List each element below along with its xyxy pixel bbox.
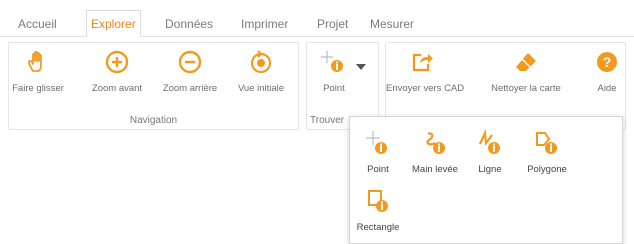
svg-text:?: ? [603,54,612,70]
tab-donnees[interactable]: Données [161,12,217,36]
tab-imprimer[interactable]: Imprimer [237,12,292,36]
dropdown-item-freehand[interactable]: Main levée [410,129,460,175]
freehand-info-icon [426,132,445,154]
polygon-info-icon [536,132,557,154]
clear-map-button[interactable]: Nettoyer la carte [490,49,562,94]
hand-icon [28,50,42,72]
initial-view-button[interactable]: Vue initiale [229,49,293,94]
dropdown-item-line-label: Ligne [478,164,502,175]
pan-button[interactable]: Faire glisser [9,49,67,94]
send-to-cad-button-label: Envoyer vers CAD [386,83,465,94]
dropdown-item-line[interactable]: Ligne [470,129,510,175]
zoom-in-button[interactable]: Zoom avant [83,49,151,94]
help-icon: ? [597,52,617,72]
tab-accueil[interactable]: Accueil [14,12,61,36]
zoom-out-icon [178,50,202,74]
send-to-cad-button[interactable]: Envoyer vers CAD [386,49,465,94]
zoom-out-button-label: Zoom arrière [162,83,218,94]
ribbon-tabs: Accueil Explorer Données Imprimer Projet… [0,10,634,38]
zoom-out-button[interactable]: Zoom arrière [156,49,224,94]
help-button[interactable]: ? Aide [592,49,622,94]
dropdown-item-rectangle-label: Rectangle [356,222,400,233]
dropdown-item-freehand-label: Main levée [412,164,458,175]
pan-button-label: Faire glisser [12,83,64,94]
dropdown-item-polygon[interactable]: Polygone [522,129,572,175]
initial-view-button-label: Vue initiale [237,83,285,94]
navigation-group-label: Navigation [129,115,178,126]
tab-mesurer[interactable]: Mesurer [366,12,418,36]
point-info-icon [366,131,387,154]
point-identify-button[interactable]: Point [309,49,359,94]
chevron-down-icon[interactable] [355,63,367,71]
point-info-icon [321,51,343,72]
point-identify-button-label: Point [323,83,345,94]
rectangle-info-icon [368,190,388,212]
zoom-in-icon [105,50,129,74]
dropdown-item-rectangle[interactable]: Rectangle [354,187,402,233]
help-button-label: Aide [597,83,617,94]
send-to-cad-icon [412,53,433,72]
tab-explorer[interactable]: Explorer [86,10,141,37]
initial-view-icon [250,50,272,74]
dropdown-item-polygon-label: Polygone [527,164,567,175]
dropdown-item-point[interactable]: Point [358,129,398,175]
eraser-icon [516,53,536,71]
clear-map-button-label: Nettoyer la carte [491,83,561,94]
dropdown-item-point-label: Point [367,164,389,175]
identify-dropdown-menu: Point Main levée Ligne Polygone Rectangl… [349,116,623,244]
zoom-in-button-label: Zoom avant [91,83,143,94]
tab-projet[interactable]: Projet [313,12,352,36]
line-info-icon [478,129,500,154]
navigation-group: Faire glisser Zoom avant Zoom arrière Vu… [8,42,299,130]
